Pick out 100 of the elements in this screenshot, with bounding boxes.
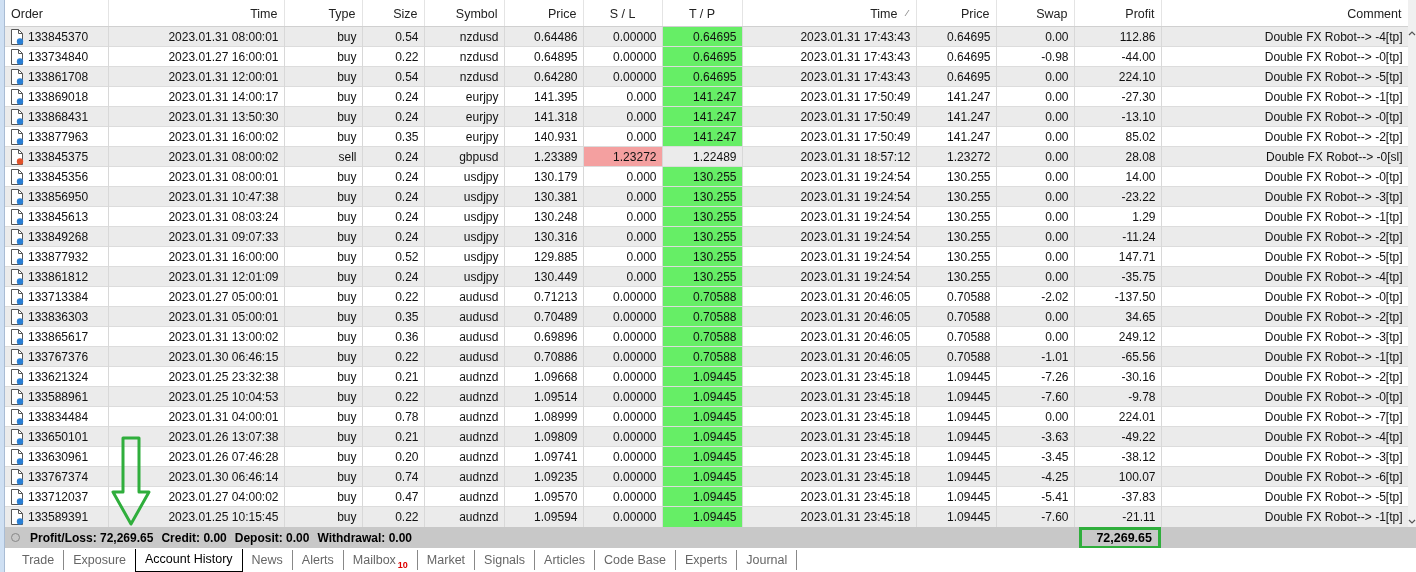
stop-loss: 0.00000: [583, 466, 662, 487]
profit: 1.29: [1074, 206, 1161, 227]
order-size: 0.24: [362, 146, 424, 167]
open-time: 2023.01.31 05:00:01: [108, 306, 284, 327]
tab[interactable]: Signals: [475, 550, 536, 570]
comment: Double FX Robot--> -2[tp]: [1161, 366, 1408, 387]
tab[interactable]: Code Base: [595, 550, 676, 570]
close-time: 2023.01.31 20:46:05: [742, 306, 916, 327]
order-number: 133861812: [28, 269, 89, 284]
close-time: 2023.01.31 19:24:54: [742, 226, 916, 247]
tab[interactable]: Mailbox $_{10}$: [343, 550, 418, 570]
column-header[interactable]: Profit: [1074, 0, 1161, 27]
comment: Double FX Robot--> -2[tp]: [1161, 306, 1408, 327]
tab[interactable]: Articles: [535, 550, 596, 570]
column-header[interactable]: Order: [5, 0, 108, 27]
open-time: 2023.01.30 06:46:15: [108, 346, 284, 367]
take-profit: 1.09445: [662, 426, 742, 447]
stop-loss: 0.00000: [583, 286, 662, 307]
comment: Double FX Robot--> -4[tp]: [1161, 426, 1408, 447]
symbol: usdjpy: [424, 226, 504, 247]
close-price: 141.247: [916, 106, 996, 127]
open-time: 2023.01.31 08:03:24: [108, 206, 284, 227]
close-price: 130.255: [916, 246, 996, 267]
order-number: 133621324: [28, 369, 89, 384]
open-price: 130.316: [504, 226, 583, 247]
symbol: usdjpy: [424, 206, 504, 227]
column-header[interactable]: S / L: [583, 0, 662, 27]
tab[interactable]: Market: [417, 550, 476, 570]
swap: 0.00: [996, 326, 1074, 347]
open-price: 1.23389: [504, 146, 583, 167]
open-price: 0.71213: [504, 286, 583, 307]
order-size: 0.47: [362, 486, 424, 507]
open-time: 2023.01.27 05:00:01: [108, 286, 284, 307]
tab[interactable]: Experts: [675, 550, 738, 570]
stop-loss: 0.000: [583, 86, 662, 107]
open-price: 129.885: [504, 246, 583, 267]
column-header[interactable]: Time: [742, 0, 916, 27]
symbol: eurjpy: [424, 86, 504, 107]
order-type: buy: [284, 386, 362, 407]
column-header[interactable]: Size: [362, 0, 424, 27]
order-number: 133767374: [28, 469, 89, 484]
summary-value: Credit: 0.00: [161, 530, 227, 545]
profit: -137.50: [1074, 286, 1161, 307]
tab[interactable]: Account History: [135, 549, 243, 572]
column-header[interactable]: Comment: [1161, 0, 1408, 27]
take-profit: 141.247: [662, 126, 742, 147]
column-header[interactable]: Time: [108, 0, 284, 27]
column-header[interactable]: T / P: [662, 0, 742, 27]
summary-value: Profit/Loss: 72,269.65: [30, 530, 154, 545]
symbol: audusd: [424, 306, 504, 327]
order-number: 133869018: [28, 89, 89, 104]
order-size: 0.74: [362, 466, 424, 487]
tab[interactable]: News: [242, 550, 293, 570]
summary-value: Deposit: 0.00: [234, 530, 310, 545]
order-number: 133861708: [28, 69, 89, 84]
tab[interactable]: Trade: [13, 550, 65, 570]
open-time: 2023.01.31 08:00:01: [108, 166, 284, 187]
comment: Double FX Robot--> -0[tp]: [1161, 46, 1408, 67]
open-time: 2023.01.31 13:50:30: [108, 106, 284, 127]
swap: -7.60: [996, 386, 1074, 407]
symbol: audnzd: [424, 366, 504, 387]
take-profit: 0.70588: [662, 286, 742, 307]
profit: 85.02: [1074, 126, 1161, 147]
order-size: 0.35: [362, 126, 424, 147]
scroll-up-icon[interactable]: [1408, 30, 1416, 36]
close-price: 1.09445: [916, 466, 996, 487]
comment: Double FX Robot--> -3[tp]: [1161, 186, 1408, 207]
order-type: buy: [284, 426, 362, 447]
order-size: 0.24: [362, 206, 424, 227]
comment: Double FX Robot--> -7[tp]: [1161, 406, 1408, 427]
order-type: buy: [284, 326, 362, 347]
column-header[interactable]: Swap: [996, 0, 1074, 27]
order-type: buy: [284, 506, 362, 527]
order-size: 0.24: [362, 226, 424, 247]
scrollbar[interactable]: [1408, 0, 1416, 527]
stop-loss: 0.000: [583, 206, 662, 227]
column-header[interactable]: Price: [504, 0, 583, 27]
profit: -21.11: [1074, 506, 1161, 527]
tab[interactable]: Journal: [737, 550, 798, 570]
comment: Double FX Robot--> -3[tp]: [1161, 326, 1408, 347]
close-price: 1.09445: [916, 406, 996, 427]
stop-loss: 0.000: [583, 106, 662, 127]
profit: -11.24: [1074, 226, 1161, 247]
column-header[interactable]: Type: [284, 0, 362, 27]
comment: Double FX Robot--> -5[tp]: [1161, 486, 1408, 507]
symbol: usdjpy: [424, 166, 504, 187]
close-price: 0.64695: [916, 46, 996, 67]
order-type: buy: [284, 86, 362, 107]
take-profit: 1.09445: [662, 446, 742, 467]
swap: 0.00: [996, 106, 1074, 127]
symbol: audnzd: [424, 386, 504, 407]
column-header[interactable]: Symbol: [424, 0, 504, 27]
scroll-down-icon[interactable]: [1408, 519, 1416, 525]
column-header[interactable]: Price: [916, 0, 996, 27]
close-time: 2023.01.31 23:45:18: [742, 426, 916, 447]
open-price: 130.381: [504, 186, 583, 207]
order-size: 0.21: [362, 426, 424, 447]
close-price: 1.09445: [916, 426, 996, 447]
tab[interactable]: Alerts: [292, 550, 344, 570]
swap: 0.00: [996, 166, 1074, 187]
